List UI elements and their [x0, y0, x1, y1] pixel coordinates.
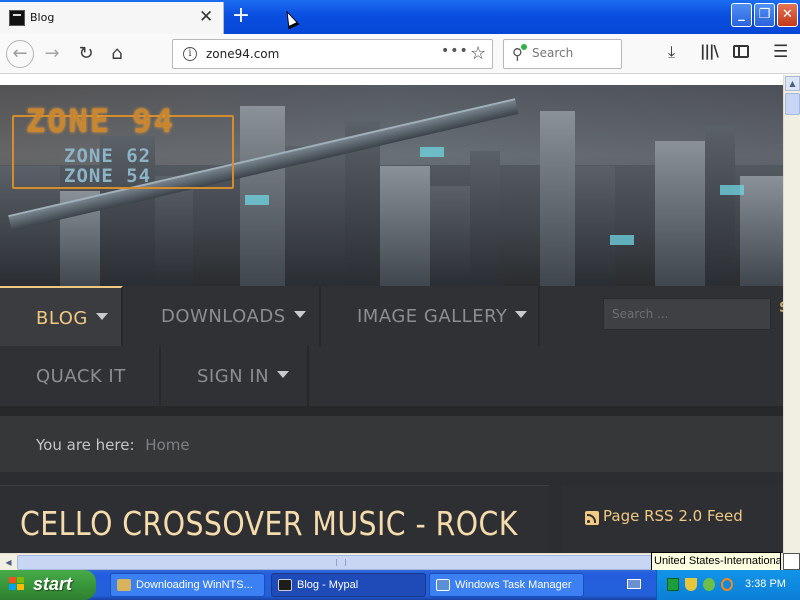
hamburger-menu-icon[interactable]: ☰ — [773, 42, 788, 62]
home-icon[interactable]: ⌂ — [105, 42, 129, 66]
navigation-toolbar: ← → ↻ ⌂ i zone94.com ••• ☆ ⚲ ⤓ |||\ ☰ — [0, 34, 800, 74]
vertical-scrollbar[interactable]: ▲ — [783, 75, 800, 553]
taskbar-item-downloading[interactable]: Downloading WinNTS... — [110, 573, 265, 597]
caret-down-icon — [515, 311, 528, 318]
bookmark-star-icon[interactable]: ☆ — [470, 43, 486, 64]
nav-item-label: IMAGE GALLERY — [357, 306, 508, 327]
scrollbar-corner — [783, 553, 800, 570]
caret-down-icon — [277, 371, 290, 378]
windows-taskbar: start Downloading WinNTS... Blog - Mypal… — [0, 570, 800, 600]
taskbar-item-label: Blog - Mypal — [297, 579, 359, 591]
taskbar-item-browser[interactable]: Blog - Mypal — [271, 573, 426, 597]
logo-sub-text-1: ZONE 62 — [64, 145, 152, 167]
nav-item-label: SIGN IN — [197, 366, 270, 387]
info-icon[interactable]: i — [183, 47, 197, 61]
taskbar-item-label: Windows Task Manager — [455, 579, 572, 591]
tab-blog[interactable]: Blog ✕ — [0, 2, 224, 34]
taskbar-item-task-manager[interactable]: Windows Task Manager — [429, 573, 584, 597]
url-text[interactable]: zone94.com — [206, 47, 279, 61]
start-button[interactable]: start — [0, 570, 96, 600]
nav-item-label: BLOG — [36, 308, 88, 329]
network-icon[interactable] — [667, 578, 679, 591]
breadcrumb-label: You are here: — [36, 436, 135, 454]
rss-feed-panel: Page RSS 2.0 Feed — [562, 485, 783, 553]
sidebar-icon[interactable] — [733, 45, 749, 58]
download-app-icon — [117, 579, 131, 591]
tab-title: Blog — [30, 11, 55, 24]
keyboard-layout-tooltip: United States-International — [651, 552, 781, 571]
nav-item-label: DOWNLOADS — [161, 306, 286, 327]
article-title[interactable]: CELLO CROSSOVER MUSIC - ROCK — [20, 504, 518, 543]
nav-item-downloads[interactable]: DOWNLOADS — [125, 286, 321, 346]
taskbar-item-label: Downloading WinNTS... — [136, 579, 253, 591]
reload-icon[interactable]: ↻ — [74, 42, 98, 66]
page-top-strip — [0, 75, 783, 85]
new-tab-button[interactable]: + — [229, 1, 253, 31]
close-window-button[interactable]: ✕ — [777, 3, 798, 27]
scroll-up-arrow-icon[interactable]: ▲ — [785, 76, 800, 91]
nav-item-label: QUACK IT — [36, 366, 126, 387]
rss-feed-link[interactable]: Page RSS 2.0 Feed — [603, 507, 743, 525]
page-viewport: ZONE 94 ZONE 62 ZONE 54 BLOG DOWNLOADS I… — [0, 75, 783, 553]
tab-close-icon[interactable]: ✕ — [199, 7, 213, 27]
browser-titlebar: Blog ✕ + _ ❐ ✕ — [0, 0, 800, 34]
task-manager-icon — [436, 579, 450, 591]
browser-search-box[interactable]: ⚲ — [503, 39, 622, 69]
maximize-button[interactable]: ❐ — [754, 3, 775, 27]
url-bar[interactable]: i zone94.com ••• ☆ — [172, 39, 493, 69]
breadcrumb: You are here: Home — [0, 416, 783, 472]
system-tray: 3:38 PM — [656, 570, 800, 600]
page-actions-icon[interactable]: ••• — [441, 43, 469, 59]
site-nav-row-2: QUACK IT SIGN IN — [0, 346, 783, 406]
sync-icon[interactable] — [703, 578, 715, 591]
breadcrumb-home-link[interactable]: Home — [145, 436, 189, 454]
site-search-input[interactable]: Search ... — [603, 298, 771, 330]
logo-sub-text-2: ZONE 54 — [64, 165, 152, 187]
article-card: CELLO CROSSOVER MUSIC - ROCK — [0, 485, 549, 553]
nav-item-blog[interactable]: BLOG — [0, 286, 123, 346]
scroll-left-arrow-icon[interactable]: ◀ — [1, 555, 16, 570]
horizontal-scroll-thumb[interactable] — [17, 555, 664, 570]
nav-separator — [0, 406, 783, 416]
site-favicon-icon — [9, 10, 25, 26]
minimize-button[interactable]: _ — [731, 3, 752, 27]
back-arrow-icon[interactable]: ← — [6, 40, 34, 68]
browser-search-input[interactable] — [532, 46, 617, 60]
site-nav-row-1: BLOG DOWNLOADS IMAGE GALLERY Search ... … — [0, 286, 783, 346]
download-icon[interactable]: ⤓ — [668, 42, 675, 62]
start-label: start — [33, 574, 73, 594]
logo-main-text: ZONE 94 — [26, 102, 175, 140]
windows-flag-icon — [9, 577, 26, 592]
keyboard-icon[interactable] — [627, 579, 641, 589]
nav-item-sign-in[interactable]: SIGN IN — [161, 346, 309, 406]
caret-down-icon — [293, 311, 306, 318]
caret-down-icon — [95, 313, 108, 320]
nav-item-image-gallery[interactable]: IMAGE GALLERY — [321, 286, 540, 346]
nav-item-quack-it[interactable]: QUACK IT — [0, 346, 161, 406]
header-banner-image: ZONE 94 ZONE 62 ZONE 54 — [0, 85, 783, 286]
clock[interactable]: 3:38 PM — [745, 578, 786, 590]
shield-icon[interactable] — [685, 578, 697, 591]
vertical-scroll-thumb[interactable] — [785, 93, 800, 115]
library-icon[interactable]: |||\ — [700, 42, 719, 60]
search-icon: ⚲ — [512, 44, 527, 63]
search-tray-icon[interactable] — [721, 578, 733, 591]
browser-app-icon — [278, 579, 292, 591]
forward-arrow-icon[interactable]: → — [40, 42, 64, 66]
rss-icon[interactable] — [585, 511, 599, 525]
